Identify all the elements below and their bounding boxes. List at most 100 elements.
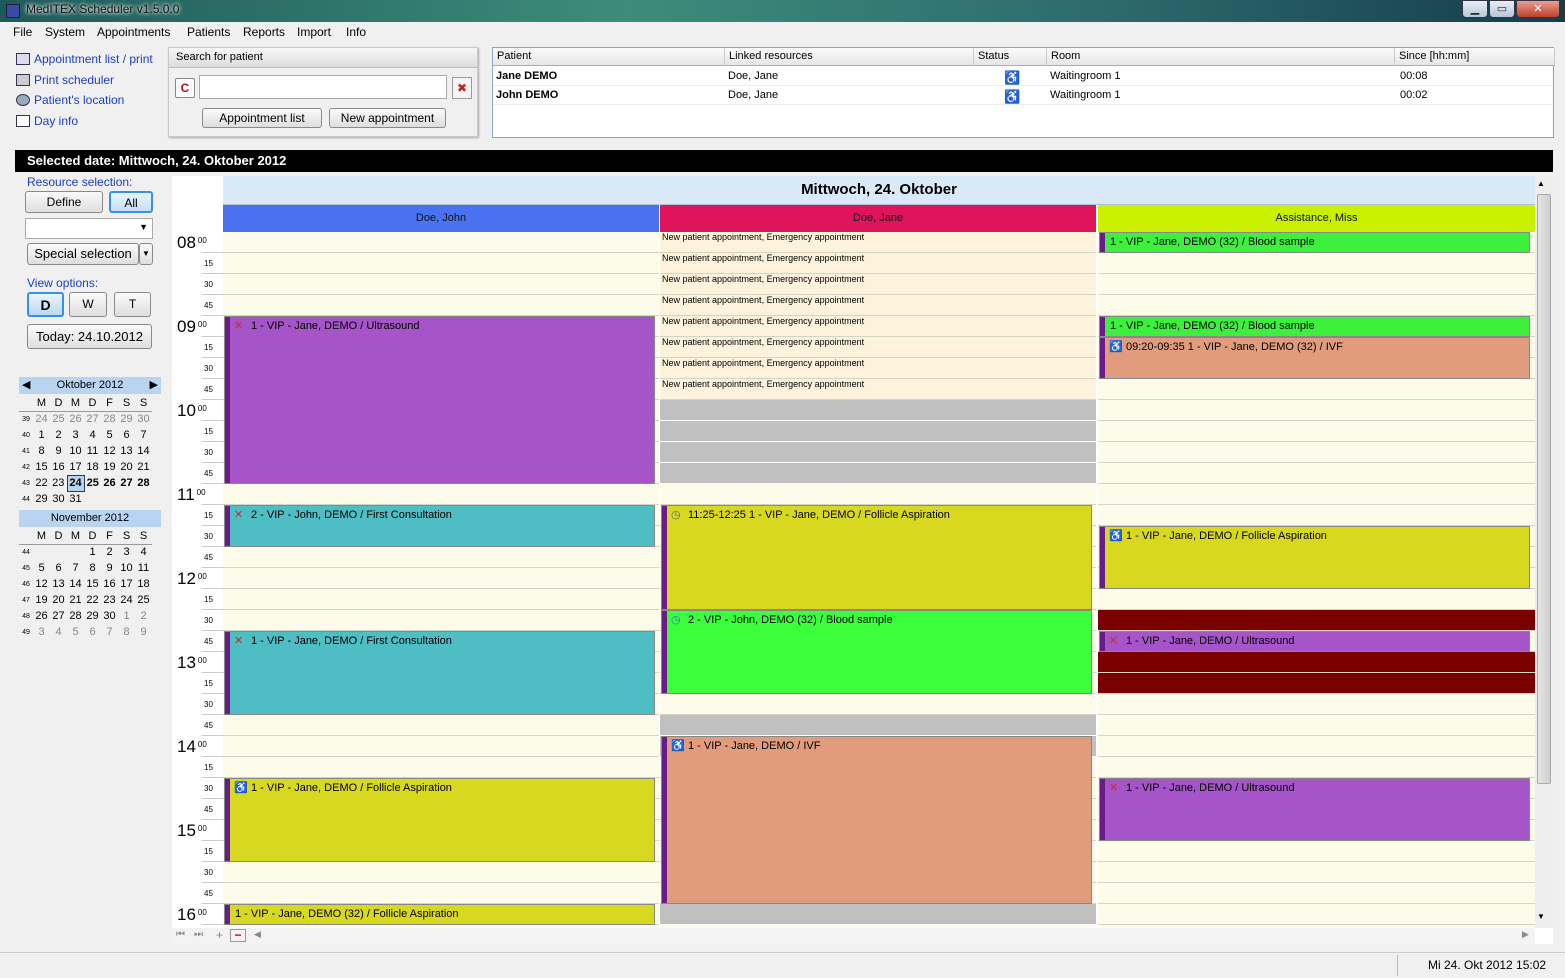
calendar-day[interactable]: 9: [135, 624, 152, 640]
emergency-appointment[interactable]: New patient appointment, Emergency appoi…: [662, 295, 864, 305]
time-slot[interactable]: [1098, 904, 1535, 925]
calendar-day[interactable]: 16: [50, 459, 67, 475]
calendar-day[interactable]: 21: [67, 592, 84, 608]
calendar-day[interactable]: 28: [101, 411, 118, 427]
calendar-day[interactable]: [118, 491, 135, 507]
appointment[interactable]: 1 - VIP - Jane, DEMO (32) / Blood sample: [1099, 232, 1530, 253]
calendar-day[interactable]: 15: [84, 576, 101, 592]
time-slot[interactable]: [223, 274, 659, 295]
calendar-day[interactable]: 14: [67, 576, 84, 592]
calendar-day[interactable]: 10: [67, 443, 84, 459]
calendar-day[interactable]: 3: [118, 544, 135, 560]
appointment[interactable]: ♿ 09:20-09:35 1 - VIP - Jane, DEMO (32) /…: [1099, 337, 1530, 379]
calendar-day[interactable]: 25: [50, 411, 67, 427]
emergency-appointment[interactable]: New patient appointment, Emergency appoi…: [662, 274, 864, 284]
calendar-day[interactable]: 1: [33, 427, 50, 443]
resource-header-doe-jane[interactable]: Doe, Jane: [660, 205, 1096, 232]
time-slot[interactable]: [223, 295, 659, 316]
view-week-button[interactable]: W: [69, 292, 107, 317]
time-slot[interactable]: [1098, 400, 1535, 421]
calendar-day[interactable]: 18: [84, 459, 101, 475]
appointment[interactable]: ◷ 11:25-12:25 1 - VIP - Jane, DEMO / Foll…: [661, 505, 1092, 610]
calendar-day[interactable]: 2: [50, 427, 67, 443]
calendar-day[interactable]: 14: [135, 443, 152, 459]
time-slot[interactable]: [1098, 694, 1535, 715]
appointment-list-button[interactable]: Appointment list: [202, 108, 322, 128]
view-day-button[interactable]: D: [27, 292, 64, 317]
calendar-day[interactable]: 2: [101, 544, 118, 560]
resource-header-assistance-miss[interactable]: Assistance, Miss: [1098, 205, 1535, 232]
appointment[interactable]: 1 - VIP - Jane, DEMO (32) / Blood sample: [1099, 316, 1530, 337]
table-row[interactable]: Jane DEMO Doe, Jane ♿ Waitingroom 1 00:0…: [493, 67, 1553, 86]
card-reader-icon[interactable]: C: [175, 78, 195, 98]
column-doe-jane[interactable]: New patient appointment, Emergency appoi…: [660, 232, 1096, 944]
calendar-day[interactable]: 24: [33, 411, 50, 427]
time-slot[interactable]: [1098, 652, 1535, 673]
calendar-day[interactable]: 5: [101, 427, 118, 443]
time-slot[interactable]: [1098, 589, 1535, 610]
col-header-resources[interactable]: Linked resources: [725, 48, 974, 66]
calendar-day[interactable]: 21: [135, 459, 152, 475]
calendar-day[interactable]: 8: [33, 443, 50, 459]
calendar-day[interactable]: 22: [33, 475, 50, 491]
calendar-day[interactable]: 27: [84, 411, 101, 427]
appointment[interactable]: ◷ 2 - VIP - John, DEMO (32) / Blood sampl…: [661, 610, 1092, 694]
calendar-day[interactable]: 8: [118, 624, 135, 640]
calendar-day[interactable]: 7: [135, 427, 152, 443]
time-slot[interactable]: [1098, 484, 1535, 505]
time-slot[interactable]: [1098, 841, 1535, 862]
calendar-day[interactable]: 12: [101, 443, 118, 459]
calendar-day[interactable]: 16: [101, 576, 118, 592]
calendar-day[interactable]: 6: [84, 624, 101, 640]
calendar-day[interactable]: 4: [135, 544, 152, 560]
appointment[interactable]: ✕ 1 - VIP - Jane, DEMO / Ultrasound: [224, 316, 655, 484]
calendar-day[interactable]: 26: [101, 475, 118, 491]
new-appointment-button[interactable]: New appointment: [329, 108, 446, 128]
time-slot[interactable]: [660, 442, 1096, 463]
menu-info[interactable]: Info: [346, 25, 366, 39]
first-icon[interactable]: ⏮: [176, 929, 185, 940]
calendar-day[interactable]: 6: [118, 427, 135, 443]
calendar-day[interactable]: 23: [101, 592, 118, 608]
calendar-day[interactable]: 28: [67, 608, 84, 624]
calendar-day[interactable]: 1: [84, 544, 101, 560]
time-slot[interactable]: [223, 589, 659, 610]
calendar-day[interactable]: 27: [50, 608, 67, 624]
calendar-day[interactable]: 6: [50, 560, 67, 576]
calendar-day[interactable]: 27: [118, 475, 135, 491]
vertical-scrollbar[interactable]: ▲ ▼: [1535, 176, 1553, 928]
calendar-day[interactable]: [101, 491, 118, 507]
column-doe-john[interactable]: ✕ 1 - VIP - Jane, DEMO / Ultrasound ✕ 2 - V…: [223, 232, 659, 944]
calendar-day[interactable]: 30: [101, 608, 118, 624]
calendar-day[interactable]: 24: [66, 474, 85, 492]
calendar-day[interactable]: 24: [118, 592, 135, 608]
menu-system[interactable]: System: [45, 25, 85, 39]
emergency-appointment[interactable]: New patient appointment, Emergency appoi…: [662, 358, 864, 368]
time-slot[interactable]: [223, 757, 659, 778]
calendar-day[interactable]: 19: [33, 592, 50, 608]
calendar-day[interactable]: [135, 491, 152, 507]
patient-search-input[interactable]: [199, 75, 447, 99]
calendar-day[interactable]: 25: [135, 592, 152, 608]
last-icon[interactable]: ⏭: [194, 929, 203, 940]
time-slot[interactable]: [223, 736, 659, 757]
time-slot[interactable]: [660, 484, 1096, 505]
today-button[interactable]: Today: 24.10.2012: [27, 324, 152, 349]
close-button[interactable]: ✕: [1516, 0, 1560, 18]
appointment[interactable]: ✕ 1 - VIP - Jane, DEMO / Ultrasound: [1099, 778, 1530, 841]
next-month-icon[interactable]: ▶: [150, 377, 158, 394]
menu-appointments[interactable]: Appointments: [97, 25, 170, 39]
add-icon[interactable]: +: [216, 928, 223, 942]
appointment[interactable]: ♿ 1 - VIP - Jane, DEMO / Follicle Aspirat…: [224, 778, 655, 862]
emergency-appointment[interactable]: New patient appointment, Emergency appoi…: [662, 232, 864, 242]
col-header-patient[interactable]: Patient: [493, 48, 725, 66]
col-header-since[interactable]: Since [hh:mm]: [1395, 48, 1555, 66]
time-slot[interactable]: [1098, 274, 1535, 295]
calendar-day[interactable]: 13: [50, 576, 67, 592]
emergency-appointment[interactable]: New patient appointment, Emergency appoi…: [662, 379, 864, 389]
calendar-day[interactable]: 7: [67, 560, 84, 576]
menu-reports[interactable]: Reports: [243, 25, 285, 39]
calendar-day[interactable]: 30: [50, 491, 67, 507]
calendar-day[interactable]: 30: [135, 411, 152, 427]
time-slot[interactable]: [1098, 295, 1535, 316]
